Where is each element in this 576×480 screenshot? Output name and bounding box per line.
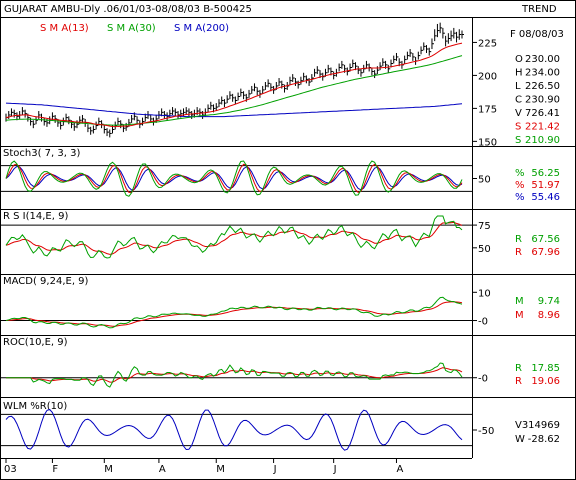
macd-signal-line (5, 301, 463, 327)
roc-line (6, 362, 463, 388)
x-axis-label: M (104, 464, 113, 475)
indicator-tick-label: 75 (478, 221, 491, 232)
trend-label: TREND (521, 4, 557, 15)
price-tick-label: 200 (478, 71, 497, 82)
technical-chart: GUJARAT AMBU-Dly .06/01/03-08/08/03 B-50… (0, 0, 576, 480)
indicator-tick-label: 50 (478, 244, 491, 255)
value-number: 67.96 (531, 247, 560, 258)
value-label: % (515, 192, 525, 203)
x-axis-label: J (333, 464, 337, 475)
legend-sma30: S M A(30) (107, 23, 156, 34)
value-label: R (515, 234, 522, 245)
value-number: 19.06 (531, 376, 560, 387)
value-number: 56.25 (531, 168, 560, 179)
value-number: 67.56 (531, 234, 560, 245)
x-axis-label: J (273, 464, 277, 475)
x-axis-label: F (52, 464, 58, 475)
value-label: L (515, 81, 521, 92)
price-tick-label: 175 (478, 104, 497, 115)
value-number: 17.85 (531, 363, 560, 374)
chart-title: GUJARAT AMBU-Dly .06/01/03-08/08/03 B-50… (4, 4, 252, 15)
price-tick-label: 150 (478, 137, 497, 148)
value-number: 9.74 (538, 296, 560, 307)
value-label: S (515, 122, 521, 133)
x-axis-label: M (216, 464, 225, 475)
value-label: % (515, 168, 525, 179)
x-axis-label: 03 (4, 464, 17, 475)
date-label: F 08/08/03 (510, 29, 564, 40)
value-label: W (515, 434, 525, 445)
value-label: % (515, 180, 525, 191)
value-label: H (515, 68, 523, 79)
indicator-tick-label: 10 (478, 288, 491, 299)
value-label: M (515, 310, 524, 321)
value-label: R (515, 247, 522, 258)
value-number: 230.90 (525, 95, 560, 106)
value-number: 726.41 (525, 108, 560, 119)
wlm-title: WLM %R(10) (3, 401, 67, 412)
indicator-tick-label: -0 (478, 374, 488, 385)
x-axis-label: A (396, 464, 403, 475)
value-number: 221.42 (525, 122, 560, 133)
value-label: M (515, 296, 524, 307)
indicator-tick-label: 50 (478, 175, 491, 186)
value-number: 55.46 (531, 192, 560, 203)
wlm-line (5, 408, 463, 451)
roc-title: ROC(10,E, 9) (3, 337, 68, 348)
x-axis-label: A (159, 464, 166, 475)
value-label: R (515, 376, 522, 387)
indicator-tick-label: -50 (478, 426, 494, 437)
legend-sma200: S M A(200) (174, 23, 229, 34)
price-tick-label: 225 (478, 38, 497, 49)
value-number: 8.96 (538, 310, 560, 321)
value-label: V (515, 108, 522, 119)
value-number: 234.00 (525, 68, 560, 79)
stoch-title: Stoch3( 7, 3, 3) (3, 148, 80, 159)
value-number: -28.62 (528, 434, 560, 445)
value-label: S (515, 135, 521, 146)
chart-marks: 225 200 175 150 O 230.00H 234.00 L 226.50C 230.90… (0, 22, 560, 475)
value-label: C (515, 95, 522, 106)
value-number: 314969 (522, 420, 560, 431)
macd-title: MACD( 9,24,E, 9) (3, 276, 89, 287)
legend-sma13: S M A(13) (40, 23, 89, 34)
indicator-tick-label: -0 (478, 317, 488, 328)
value-number: 51.97 (531, 180, 560, 191)
value-number: 226.50 (525, 81, 560, 92)
value-number: 210.90 (525, 135, 560, 146)
value-label: R (515, 363, 522, 374)
rsi-title: R S I(14,E, 9) (3, 211, 68, 222)
value-label: O (515, 54, 523, 65)
value-number: 230.00 (525, 54, 560, 65)
rsi-signal-line (5, 221, 463, 255)
